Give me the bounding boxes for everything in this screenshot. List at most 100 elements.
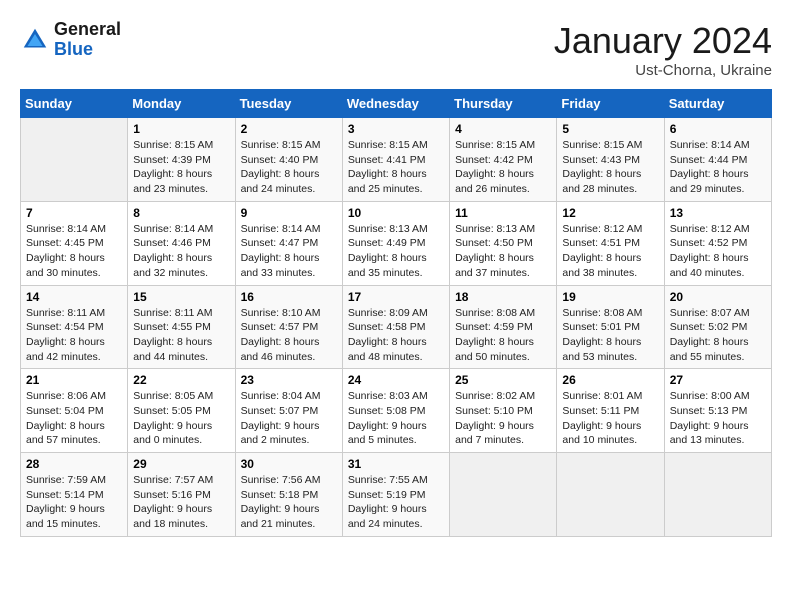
day-number: 8 [133,206,229,220]
day-info: Sunrise: 8:08 AM Sunset: 5:01 PM Dayligh… [562,306,658,365]
day-info: Sunrise: 8:12 AM Sunset: 4:52 PM Dayligh… [670,222,766,281]
calendar-cell [21,118,128,202]
day-number: 5 [562,122,658,136]
month-title: January 2024 [554,20,772,62]
day-number: 6 [670,122,766,136]
day-number: 17 [348,290,444,304]
day-number: 19 [562,290,658,304]
day-info: Sunrise: 8:14 AM Sunset: 4:44 PM Dayligh… [670,138,766,197]
page-header: GeneralBlue January 2024 Ust-Chorna, Ukr… [20,20,772,79]
day-info: Sunrise: 7:55 AM Sunset: 5:19 PM Dayligh… [348,473,444,532]
day-info: Sunrise: 8:15 AM Sunset: 4:41 PM Dayligh… [348,138,444,197]
day-info: Sunrise: 8:11 AM Sunset: 4:54 PM Dayligh… [26,306,122,365]
day-info: Sunrise: 8:02 AM Sunset: 5:10 PM Dayligh… [455,389,551,448]
calendar-cell: 28 Sunrise: 7:59 AM Sunset: 5:14 PM Dayli… [21,453,128,537]
day-info: Sunrise: 7:56 AM Sunset: 5:18 PM Dayligh… [241,473,337,532]
calendar-cell: 27 Sunrise: 8:00 AM Sunset: 5:13 PM Dayli… [664,369,771,453]
weekday-header-cell: Sunday [21,90,128,118]
day-number: 9 [241,206,337,220]
calendar-week-row: 21 Sunrise: 8:06 AM Sunset: 5:04 PM Dayli… [21,369,772,453]
day-number: 16 [241,290,337,304]
calendar-week-row: 28 Sunrise: 7:59 AM Sunset: 5:14 PM Dayli… [21,453,772,537]
day-info: Sunrise: 8:01 AM Sunset: 5:11 PM Dayligh… [562,389,658,448]
day-number: 23 [241,373,337,387]
day-info: Sunrise: 8:03 AM Sunset: 5:08 PM Dayligh… [348,389,444,448]
calendar-cell: 18 Sunrise: 8:08 AM Sunset: 4:59 PM Dayli… [450,285,557,369]
day-info: Sunrise: 8:15 AM Sunset: 4:39 PM Dayligh… [133,138,229,197]
day-info: Sunrise: 8:10 AM Sunset: 4:57 PM Dayligh… [241,306,337,365]
day-number: 18 [455,290,551,304]
day-number: 28 [26,457,122,471]
calendar-table: SundayMondayTuesdayWednesdayThursdayFrid… [20,89,772,537]
day-info: Sunrise: 8:15 AM Sunset: 4:43 PM Dayligh… [562,138,658,197]
calendar-cell: 4 Sunrise: 8:15 AM Sunset: 4:42 PM Daylig… [450,118,557,202]
day-number: 10 [348,206,444,220]
calendar-cell: 12 Sunrise: 8:12 AM Sunset: 4:51 PM Dayli… [557,201,664,285]
calendar-cell: 13Sunrise: 8:12 AM Sunset: 4:52 PM Dayli… [664,201,771,285]
calendar-cell: 5 Sunrise: 8:15 AM Sunset: 4:43 PM Daylig… [557,118,664,202]
day-info: Sunrise: 8:13 AM Sunset: 4:50 PM Dayligh… [455,222,551,281]
day-number: 30 [241,457,337,471]
title-block: January 2024 Ust-Chorna, Ukraine [554,20,772,79]
calendar-cell: 7 Sunrise: 8:14 AM Sunset: 4:45 PM Daylig… [21,201,128,285]
day-number: 1 [133,122,229,136]
calendar-week-row: 1 Sunrise: 8:15 AM Sunset: 4:39 PM Daylig… [21,118,772,202]
calendar-cell: 9 Sunrise: 8:14 AM Sunset: 4:47 PM Daylig… [235,201,342,285]
day-number: 14 [26,290,122,304]
logo: GeneralBlue [20,20,121,60]
calendar-week-row: 7 Sunrise: 8:14 AM Sunset: 4:45 PM Daylig… [21,201,772,285]
day-info: Sunrise: 8:06 AM Sunset: 5:04 PM Dayligh… [26,389,122,448]
day-info: Sunrise: 8:05 AM Sunset: 5:05 PM Dayligh… [133,389,229,448]
calendar-cell: 11 Sunrise: 8:13 AM Sunset: 4:50 PM Dayli… [450,201,557,285]
calendar-cell: 16 Sunrise: 8:10 AM Sunset: 4:57 PM Dayli… [235,285,342,369]
day-number: 11 [455,206,551,220]
calendar-body: 1 Sunrise: 8:15 AM Sunset: 4:39 PM Daylig… [21,118,772,537]
calendar-cell: 31 Sunrise: 7:55 AM Sunset: 5:19 PM Dayli… [342,453,449,537]
calendar-cell [557,453,664,537]
day-info: Sunrise: 8:14 AM Sunset: 4:45 PM Dayligh… [26,222,122,281]
weekday-header-cell: Thursday [450,90,557,118]
day-info: Sunrise: 7:57 AM Sunset: 5:16 PM Dayligh… [133,473,229,532]
day-info: Sunrise: 8:12 AM Sunset: 4:51 PM Dayligh… [562,222,658,281]
day-info: Sunrise: 8:15 AM Sunset: 4:40 PM Dayligh… [241,138,337,197]
day-number: 21 [26,373,122,387]
day-number: 27 [670,373,766,387]
calendar-cell: 15Sunrise: 8:11 AM Sunset: 4:55 PM Dayli… [128,285,235,369]
calendar-cell: 24Sunrise: 8:03 AM Sunset: 5:08 PM Dayli… [342,369,449,453]
calendar-cell: 14 Sunrise: 8:11 AM Sunset: 4:54 PM Dayli… [21,285,128,369]
day-info: Sunrise: 8:11 AM Sunset: 4:55 PM Dayligh… [133,306,229,365]
weekday-header-cell: Friday [557,90,664,118]
logo-text: GeneralBlue [54,20,121,60]
day-number: 31 [348,457,444,471]
calendar-cell: 6 Sunrise: 8:14 AM Sunset: 4:44 PM Daylig… [664,118,771,202]
day-info: Sunrise: 8:00 AM Sunset: 5:13 PM Dayligh… [670,389,766,448]
day-info: Sunrise: 8:15 AM Sunset: 4:42 PM Dayligh… [455,138,551,197]
day-number: 20 [670,290,766,304]
day-number: 4 [455,122,551,136]
calendar-cell: 26Sunrise: 8:01 AM Sunset: 5:11 PM Dayli… [557,369,664,453]
weekday-header-cell: Monday [128,90,235,118]
day-info: Sunrise: 8:13 AM Sunset: 4:49 PM Dayligh… [348,222,444,281]
day-info: Sunrise: 7:59 AM Sunset: 5:14 PM Dayligh… [26,473,122,532]
location-subtitle: Ust-Chorna, Ukraine [554,62,772,79]
calendar-cell: 25Sunrise: 8:02 AM Sunset: 5:10 PM Dayli… [450,369,557,453]
day-info: Sunrise: 8:14 AM Sunset: 4:46 PM Dayligh… [133,222,229,281]
day-info: Sunrise: 8:14 AM Sunset: 4:47 PM Dayligh… [241,222,337,281]
day-number: 29 [133,457,229,471]
calendar-cell [664,453,771,537]
calendar-cell: 10 Sunrise: 8:13 AM Sunset: 4:49 PM Dayli… [342,201,449,285]
calendar-cell: 17Sunrise: 8:09 AM Sunset: 4:58 PM Dayli… [342,285,449,369]
calendar-cell: 22 Sunrise: 8:05 AM Sunset: 5:05 PM Dayli… [128,369,235,453]
day-number: 2 [241,122,337,136]
day-number: 3 [348,122,444,136]
calendar-cell: 29 Sunrise: 7:57 AM Sunset: 5:16 PM Dayli… [128,453,235,537]
day-number: 7 [26,206,122,220]
calendar-cell: 19 Sunrise: 8:08 AM Sunset: 5:01 PM Dayli… [557,285,664,369]
weekday-header-cell: Saturday [664,90,771,118]
day-info: Sunrise: 8:08 AM Sunset: 4:59 PM Dayligh… [455,306,551,365]
day-number: 22 [133,373,229,387]
day-number: 12 [562,206,658,220]
calendar-cell: 8 Sunrise: 8:14 AM Sunset: 4:46 PM Daylig… [128,201,235,285]
weekday-header-cell: Tuesday [235,90,342,118]
weekday-header-row: SundayMondayTuesdayWednesdayThursdayFrid… [21,90,772,118]
